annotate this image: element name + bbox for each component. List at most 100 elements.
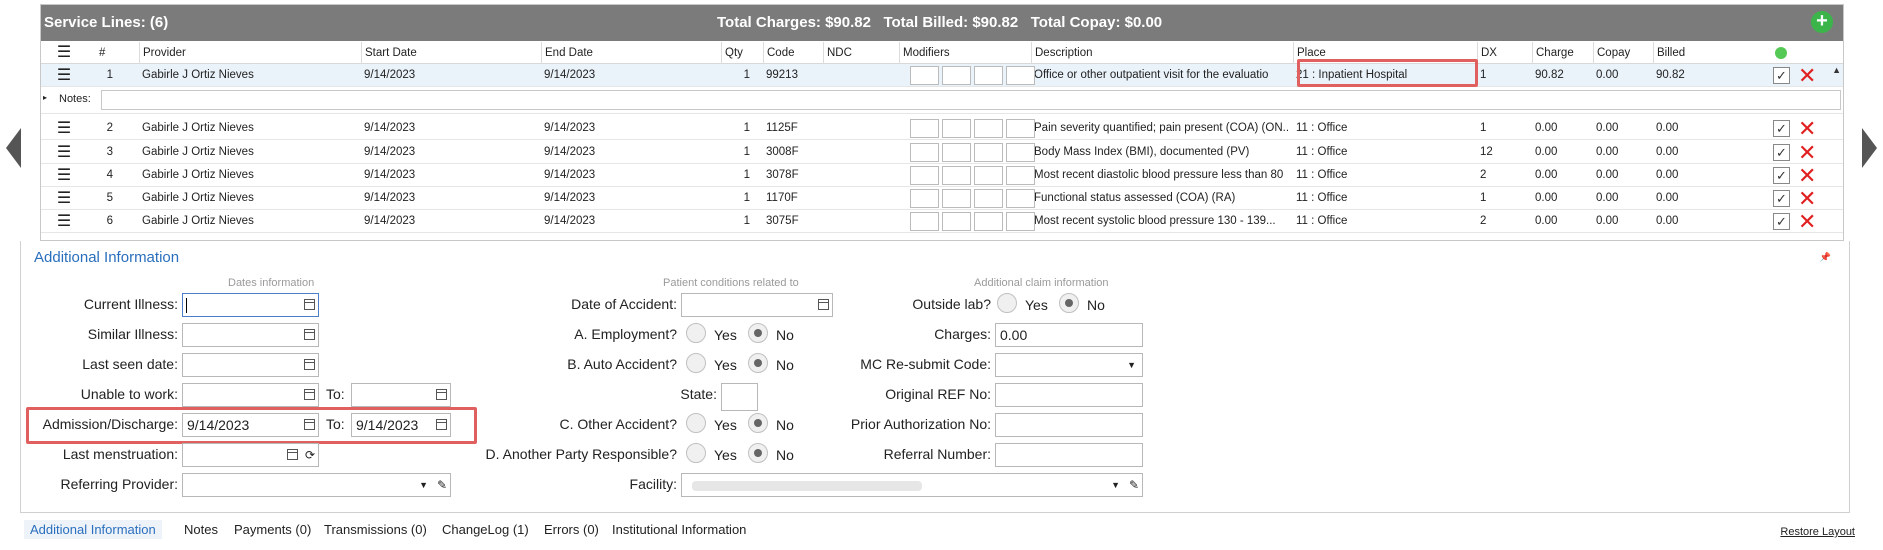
- row-charge[interactable]: 90.82: [1532, 64, 1593, 87]
- modifier-field[interactable]: [942, 143, 971, 162]
- last-seen-field[interactable]: [182, 353, 319, 377]
- row-menu-icon[interactable]: ☰: [51, 210, 77, 233]
- row-start-date[interactable]: 9/14/2023: [361, 187, 541, 210]
- row-ndc[interactable]: [823, 164, 899, 187]
- row-billed[interactable]: 0.00: [1653, 210, 1725, 233]
- outside-lab-yes-radio[interactable]: [997, 293, 1017, 313]
- row-place[interactable]: 11 : Office: [1293, 187, 1473, 210]
- row-qty[interactable]: 1: [721, 164, 753, 187]
- modifier-field[interactable]: [910, 166, 939, 185]
- another-party-yes-radio[interactable]: [686, 443, 706, 463]
- tab-errors[interactable]: Errors (0): [544, 522, 599, 537]
- row-dx[interactable]: 2: [1477, 210, 1532, 233]
- row-qty[interactable]: 1: [721, 187, 753, 210]
- row-code[interactable]: 99213: [763, 64, 823, 87]
- row-qty[interactable]: 1: [721, 210, 753, 233]
- mc-resubmit-select[interactable]: ▼: [995, 353, 1143, 377]
- other-accident-no-radio[interactable]: [748, 413, 768, 433]
- row-start-date[interactable]: 9/14/2023: [361, 117, 541, 140]
- column-chooser-icon[interactable]: ☰: [51, 42, 77, 64]
- row-place[interactable]: 11 : Office: [1293, 141, 1473, 164]
- chevron-down-icon[interactable]: ▼: [1127, 354, 1136, 376]
- service-line-row[interactable]: ☰ 1 Gabirle J Ortiz Nieves 9/14/2023 9/14/20…: [41, 64, 1843, 87]
- col-billed[interactable]: Billed: [1653, 42, 1725, 64]
- row-charge[interactable]: 0.00: [1532, 164, 1593, 187]
- modifier-field[interactable]: [974, 189, 1003, 208]
- modifier-field[interactable]: [1006, 212, 1035, 231]
- service-line-row[interactable]: ☰ 2 Gabirle J Ortiz Nieves 9/14/2023 9/14/20…: [41, 117, 1843, 140]
- modifier-field[interactable]: [910, 143, 939, 162]
- row-ndc[interactable]: [823, 210, 899, 233]
- row-provider[interactable]: Gabirle J Ortiz Nieves: [139, 141, 321, 164]
- delete-row-icon[interactable]: ✕: [1798, 141, 1816, 164]
- modifier-field[interactable]: [974, 166, 1003, 185]
- row-ndc[interactable]: [823, 187, 899, 210]
- row-charge[interactable]: 0.00: [1532, 210, 1593, 233]
- add-service-line-button[interactable]: +: [1811, 11, 1833, 33]
- row-dx[interactable]: 2: [1477, 164, 1532, 187]
- tab-changelog[interactable]: ChangeLog (1): [442, 522, 529, 537]
- col-charge[interactable]: Charge: [1532, 42, 1593, 64]
- modifier-field[interactable]: [974, 66, 1003, 85]
- edit-icon[interactable]: ✎: [1129, 474, 1139, 496]
- referring-provider-select[interactable]: ▼ ✎: [182, 473, 451, 497]
- delete-row-icon[interactable]: ✕: [1798, 117, 1816, 140]
- calendar-icon[interactable]: [304, 299, 315, 310]
- modifier-field[interactable]: [1006, 66, 1035, 85]
- state-field[interactable]: [721, 383, 758, 411]
- refresh-icon[interactable]: ⟳: [305, 444, 315, 466]
- modifier-field[interactable]: [974, 212, 1003, 231]
- row-menu-icon[interactable]: ☰: [51, 64, 77, 87]
- row-code[interactable]: 1170F: [763, 187, 823, 210]
- row-place[interactable]: 11 : Office: [1293, 164, 1473, 187]
- row-description[interactable]: Most recent diastolic blood pressure les…: [1031, 164, 1289, 187]
- discharge-date-field[interactable]: 9/14/2023: [351, 413, 451, 437]
- service-line-row[interactable]: ☰ 6 Gabirle J Ortiz Nieves 9/14/2023 9/14/20…: [41, 210, 1843, 233]
- service-line-row[interactable]: ☰ 4 Gabirle J Ortiz Nieves 9/14/2023 9/14/20…: [41, 164, 1843, 187]
- row-provider[interactable]: Gabirle J Ortiz Nieves: [139, 64, 321, 87]
- current-illness-field[interactable]: [182, 293, 319, 317]
- modifier-field[interactable]: [974, 143, 1003, 162]
- col-number[interactable]: #: [96, 42, 116, 64]
- calendar-icon[interactable]: [304, 389, 315, 400]
- charges-field[interactable]: 0.00: [995, 323, 1143, 347]
- auto-accident-yes-radio[interactable]: [686, 353, 706, 373]
- outside-lab-no-radio[interactable]: [1059, 293, 1079, 313]
- admission-date-field[interactable]: 9/14/2023: [182, 413, 319, 437]
- row-ndc[interactable]: [823, 141, 899, 164]
- pin-icon[interactable]: 📌: [1820, 252, 1831, 263]
- row-charge[interactable]: 0.00: [1532, 187, 1593, 210]
- next-arrow-icon[interactable]: [1862, 128, 1877, 168]
- row-number[interactable]: 6: [96, 210, 116, 233]
- facility-select[interactable]: ▼ ✎: [681, 473, 1143, 497]
- row-copay[interactable]: 0.00: [1593, 187, 1653, 210]
- delete-row-icon[interactable]: ✕: [1798, 164, 1816, 187]
- row-dx[interactable]: 1: [1477, 187, 1532, 210]
- row-charge[interactable]: 0.00: [1532, 141, 1593, 164]
- row-description[interactable]: Office or other outpatient visit for the…: [1031, 64, 1289, 87]
- row-billed[interactable]: 0.00: [1653, 164, 1725, 187]
- modifier-field[interactable]: [942, 119, 971, 138]
- row-end-date[interactable]: 9/14/2023: [541, 64, 721, 87]
- row-qty[interactable]: 1: [721, 141, 753, 164]
- row-checkbox[interactable]: ✓: [1773, 213, 1790, 230]
- col-provider[interactable]: Provider: [139, 42, 321, 64]
- row-dx[interactable]: 1: [1477, 64, 1532, 87]
- auto-accident-no-radio[interactable]: [748, 353, 768, 373]
- unable-to-work-to-field[interactable]: [351, 383, 451, 407]
- row-copay[interactable]: 0.00: [1593, 164, 1653, 187]
- another-party-no-radio[interactable]: [748, 443, 768, 463]
- row-place[interactable]: 21 : Inpatient Hospital: [1293, 64, 1473, 87]
- row-provider[interactable]: Gabirle J Ortiz Nieves: [139, 164, 321, 187]
- last-menstruation-field[interactable]: ⟳: [182, 443, 319, 467]
- row-menu-icon[interactable]: ☰: [51, 187, 77, 210]
- row-copay[interactable]: 0.00: [1593, 210, 1653, 233]
- calendar-icon[interactable]: [304, 359, 315, 370]
- row-code[interactable]: 3075F: [763, 210, 823, 233]
- calendar-icon[interactable]: [304, 419, 315, 430]
- modifier-field[interactable]: [942, 66, 971, 85]
- row-code[interactable]: 1125F: [763, 117, 823, 140]
- row-menu-icon[interactable]: ☰: [51, 141, 77, 164]
- row-description[interactable]: Most recent systolic blood pressure 130 …: [1031, 210, 1289, 233]
- scroll-up-icon[interactable]: ▲: [1832, 65, 1841, 75]
